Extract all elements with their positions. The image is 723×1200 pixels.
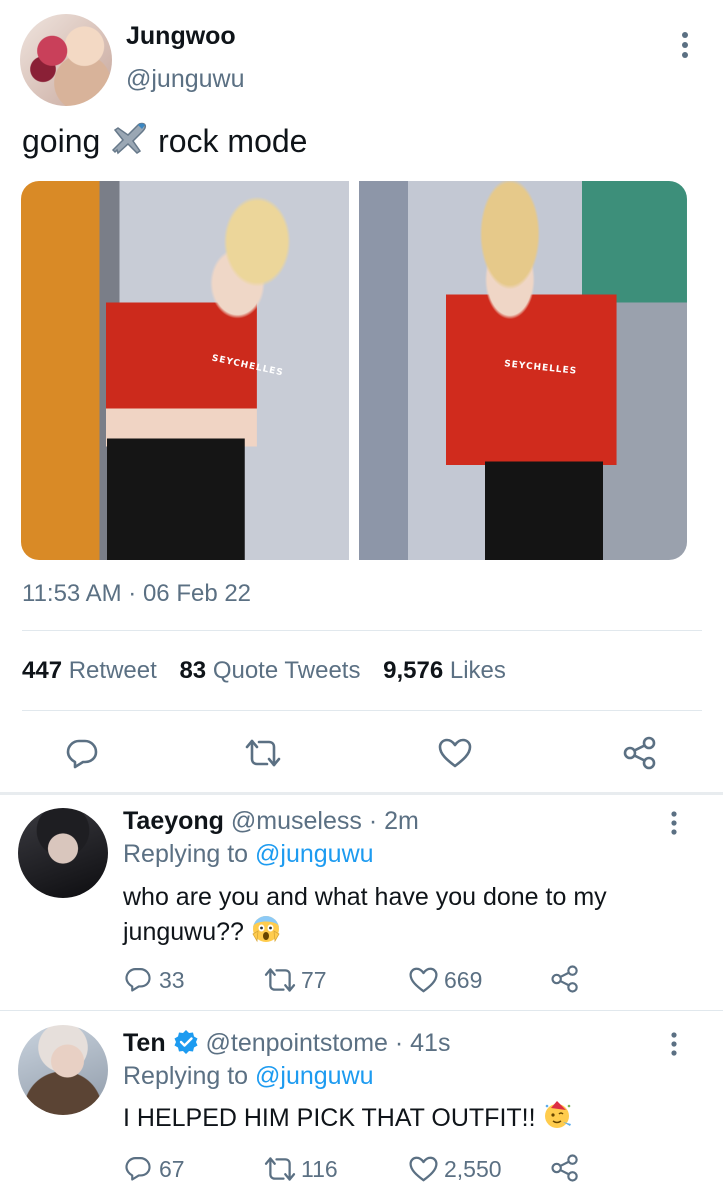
replying-to: Replying to @junguwu: [123, 840, 374, 869]
tweet-photo[interactable]: SEYCHELLES: [359, 181, 687, 560]
reply-icon[interactable]: [124, 1154, 152, 1182]
like-icon[interactable]: [437, 737, 473, 769]
author-handle[interactable]: @junguwu: [126, 65, 245, 94]
divider: [22, 630, 702, 631]
divider: [22, 710, 702, 711]
reply-avatar[interactable]: [18, 1025, 108, 1115]
airplane-emoji-icon: [109, 120, 149, 164]
reply-text-line: junguwu??: [123, 914, 703, 953]
reply-header: Taeyong @museless · 2m: [123, 807, 419, 836]
reply-author-handle[interactable]: @tenpointstome: [206, 1029, 388, 1057]
replying-to-link[interactable]: @junguwu: [255, 1062, 374, 1090]
photo-shirt-text: SEYCHELLES: [210, 353, 285, 379]
reply-avatar[interactable]: [18, 808, 108, 898]
reply-text-line: I HELPED HIM PICK THAT OUTFIT!!: [123, 1104, 536, 1132]
reply-time[interactable]: · 2m: [369, 807, 419, 835]
like-count: 669: [444, 967, 483, 993]
reply-author-name[interactable]: Taeyong: [123, 807, 224, 835]
more-options-icon[interactable]: [667, 1031, 681, 1057]
share-icon[interactable]: [550, 1153, 580, 1183]
retweet-icon[interactable]: [243, 737, 283, 769]
replying-to-label: Replying to: [123, 840, 249, 868]
tweet-text: going rock mode: [22, 120, 307, 164]
reply-time[interactable]: · 41s: [395, 1029, 451, 1057]
reply-icon[interactable]: [65, 736, 99, 770]
like-icon[interactable]: [408, 966, 439, 994]
reply-text: I HELPED HIM PICK THAT OUTFIT!!: [123, 1100, 573, 1137]
reply-header: Ten @tenpointstome · 41s: [123, 1029, 450, 1062]
replying-to-link[interactable]: @junguwu: [255, 840, 374, 868]
reply-count: 67: [159, 1156, 185, 1182]
retweet-label: Retweet: [68, 657, 157, 684]
tweet-photo[interactable]: SEYCHELLES: [21, 181, 349, 560]
retweet-count: 447: [22, 657, 63, 684]
reply-icon[interactable]: [124, 965, 152, 993]
likes-label: Likes: [449, 657, 506, 684]
reply-text-end: junguwu??: [123, 918, 244, 946]
tweet-text-end: rock mode: [158, 123, 308, 159]
likes-stat[interactable]: 9,576 Likes: [383, 657, 506, 684]
replying-to: Replying to @junguwu: [123, 1062, 374, 1091]
like-count: 2,550: [444, 1156, 502, 1182]
like-icon[interactable]: [408, 1155, 439, 1183]
retweet-count: 77: [301, 967, 327, 993]
reply-author-name[interactable]: Ten: [123, 1029, 166, 1057]
quote-label: Quote Tweets: [212, 657, 361, 684]
share-icon[interactable]: [550, 964, 580, 994]
quote-stat[interactable]: 83 Quote Tweets: [179, 657, 360, 684]
reply-count: 33: [159, 967, 185, 993]
retweet-count: 116: [301, 1156, 338, 1182]
replying-to-label: Replying to: [123, 1062, 249, 1090]
author-avatar[interactable]: [20, 14, 112, 106]
photo-shirt-text: SEYCHELLES: [503, 359, 578, 377]
retweet-icon[interactable]: [262, 966, 298, 994]
tweet-text-start: going: [22, 123, 101, 159]
reply-text-line: who are you and what have you done to my: [123, 883, 607, 911]
likes-count: 9,576: [383, 657, 444, 684]
verified-badge-icon: [173, 1029, 199, 1062]
tweet-timestamp[interactable]: 11:53 AM · 06 Feb 22: [22, 580, 251, 608]
screaming-face-emoji-icon: [251, 914, 281, 953]
divider: [0, 1010, 723, 1011]
reply-text: who are you and what have you done to my…: [123, 880, 703, 953]
retweet-icon[interactable]: [262, 1155, 298, 1183]
share-icon[interactable]: [622, 735, 658, 771]
quote-count: 83: [179, 657, 207, 684]
more-options-icon[interactable]: [677, 30, 693, 60]
author-name[interactable]: Jungwoo: [126, 22, 236, 51]
more-options-icon[interactable]: [667, 810, 681, 836]
retweet-stat[interactable]: 447 Retweet: [22, 657, 157, 684]
tweet-stats: 447 Retweet 83 Quote Tweets 9,576 Likes: [22, 657, 506, 685]
partying-face-emoji-icon: [543, 1100, 573, 1137]
divider: [0, 792, 723, 795]
reply-author-handle[interactable]: @museless: [231, 807, 362, 835]
